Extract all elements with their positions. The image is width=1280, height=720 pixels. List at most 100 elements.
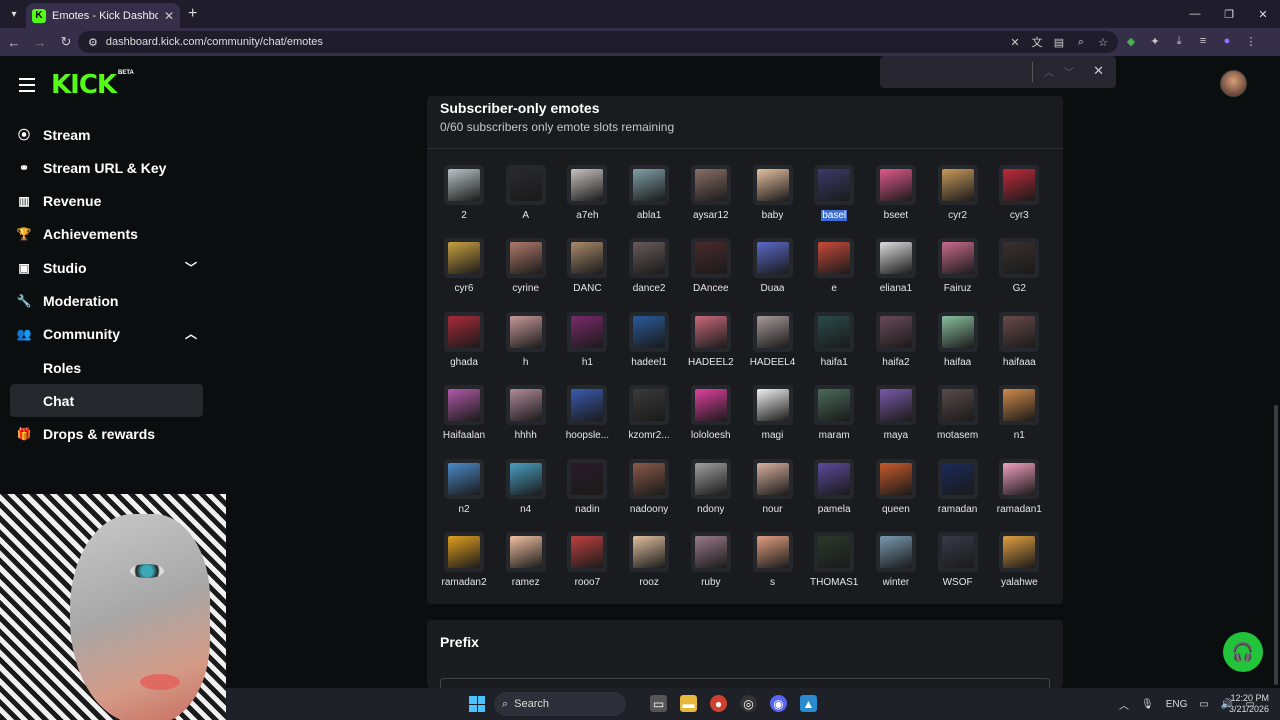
windows-start-icon[interactable]: [469, 696, 485, 712]
url-input[interactable]: ⚙ dashboard.kick.com/community/chat/emot…: [78, 31, 1118, 53]
webcam-eye: [130, 564, 164, 578]
taskbar-search[interactable]: ⌕ Search: [494, 692, 626, 716]
emote-item[interactable]: n1: [979, 382, 1059, 452]
file-explorer-icon[interactable]: ▬: [680, 695, 697, 712]
emote-name: motasem: [937, 430, 979, 442]
hamburger-menu-icon[interactable]: [19, 78, 35, 96]
emote-image: [937, 311, 978, 352]
find-nav: ︿ ﹀: [1044, 64, 1074, 79]
minimize-icon[interactable]: —: [1178, 0, 1212, 28]
translate-icon[interactable]: 文: [1030, 35, 1044, 49]
emote-image: [567, 385, 608, 426]
download-icon[interactable]: ⤓: [1172, 34, 1186, 48]
beta-badge: BETA: [118, 70, 134, 76]
emote-name: 2: [461, 210, 467, 221]
sidebar-item-moderation[interactable]: 🔧 Moderation: [10, 284, 203, 317]
microphone-icon[interactable]: 🎙: [1141, 699, 1154, 710]
emote-image: [937, 385, 978, 426]
taskbar-clock[interactable]: 12:20 PM 3/21/2026: [1229, 693, 1269, 715]
media-icon[interactable]: ≡: [1196, 34, 1210, 48]
emote-name: cyr3: [1009, 210, 1029, 221]
emote-item[interactable]: ramadan1: [979, 456, 1059, 526]
forward-icon[interactable]: →: [28, 30, 52, 54]
menu-icon[interactable]: ⋮: [1244, 34, 1258, 48]
emote-image: [505, 311, 546, 352]
find-prev-icon[interactable]: ︿: [1044, 64, 1054, 79]
emote-image: [567, 532, 608, 572]
sidebar-item-drops-rewards[interactable]: 🎁 Drops & rewards: [10, 417, 203, 450]
sidebar-item-stream-url-key[interactable]: ⚭ Stream URL & Key: [10, 151, 203, 184]
sidebar-item-roles[interactable]: Roles: [10, 351, 203, 384]
sidebar-item-chat[interactable]: Chat: [10, 384, 203, 417]
panel-title: Subscriber-only emotes: [440, 100, 600, 116]
emote-image: [629, 311, 670, 352]
emote-image: [814, 165, 855, 205]
emote-name: eliana1: [879, 283, 913, 295]
emote-name: WSOF: [942, 577, 973, 588]
emote-item[interactable]: cyr3: [979, 162, 1059, 232]
bookmark-star-icon[interactable]: ☆: [1096, 35, 1110, 49]
search-icon: ⌕: [502, 697, 509, 710]
app-icon[interactable]: ▲: [800, 695, 817, 712]
emote-name: pamela: [817, 503, 851, 515]
sidebar-item-revenue[interactable]: ▥ Revenue: [10, 184, 203, 217]
sidebar-item-stream[interactable]: ⦿ Stream: [10, 118, 203, 151]
emote-name: hhhh: [514, 430, 537, 442]
network-icon[interactable]: ▭: [1199, 699, 1208, 710]
tab-search-icon[interactable]: ▾: [0, 0, 28, 28]
emote-image: [567, 458, 608, 499]
emote-image: [937, 458, 978, 499]
chrome-icon[interactable]: ●: [710, 695, 727, 712]
task-view-icon[interactable]: ▭: [650, 695, 667, 712]
browser-tab[interactable]: K Emotes - Kick Dashboard ✕: [26, 3, 180, 28]
zoom-icon[interactable]: ⌕: [1074, 35, 1088, 49]
kick-logo[interactable]: KICK: [51, 70, 117, 100]
emote-name: abla1: [636, 210, 662, 221]
emote-name: cyr6: [454, 283, 474, 295]
emote-name: aysar12: [693, 210, 729, 221]
shield-extension-icon[interactable]: ◆: [1124, 34, 1138, 48]
reader-icon[interactable]: ▤: [1052, 35, 1066, 49]
webcam-overlay: [0, 494, 226, 720]
new-tab-icon[interactable]: +: [188, 5, 197, 23]
reload-icon[interactable]: ↻: [54, 30, 78, 54]
emote-name: winter: [882, 577, 910, 588]
profile-icon[interactable]: ●: [1220, 34, 1234, 48]
emote-item[interactable]: haifaaa: [979, 309, 1059, 379]
sidebar-item-label: Stream URL & Key: [43, 159, 167, 176]
help-chat-button[interactable]: 🎧: [1223, 632, 1263, 672]
find-divider: [1032, 62, 1033, 82]
discord-icon[interactable]: ◉: [770, 695, 787, 712]
page-scrollbar[interactable]: [1274, 405, 1278, 685]
tray-expand-icon[interactable]: ︿: [1119, 697, 1129, 712]
language-indicator[interactable]: ENG: [1166, 699, 1188, 710]
sidebar-item-studio[interactable]: ▣ Studio ﹀: [10, 251, 203, 284]
emote-name: Duaa: [760, 283, 785, 295]
user-avatar[interactable]: [1220, 70, 1247, 97]
mute-icon[interactable]: ✕: [1008, 35, 1022, 49]
emote-item[interactable]: G2: [979, 235, 1059, 305]
tab-close-icon[interactable]: ✕: [164, 9, 174, 23]
emote-image: [814, 458, 855, 499]
emote-image: [505, 165, 546, 205]
sidebar-item-achievements[interactable]: 🏆 Achievements: [10, 217, 203, 250]
extensions-icon[interactable]: ✦: [1148, 34, 1162, 48]
close-window-icon[interactable]: ✕: [1246, 0, 1280, 28]
obs-icon[interactable]: ◎: [740, 695, 757, 712]
sidebar-item-community[interactable]: 👥 Community ︿: [10, 317, 203, 350]
emote-name: hoopsle...: [565, 430, 610, 442]
address-bar: ← → ↻ ⚙ dashboard.kick.com/community/cha…: [0, 28, 1280, 56]
site-info-icon[interactable]: ⚙: [88, 36, 98, 49]
emote-name: cyr2: [948, 210, 968, 221]
emote-item[interactable]: yalahwe: [979, 529, 1059, 599]
back-icon[interactable]: ←: [2, 30, 26, 54]
emote-name: Fairuz: [943, 283, 972, 295]
find-next-icon[interactable]: ﹀: [1064, 64, 1074, 79]
emote-name: ghada: [450, 356, 478, 368]
restore-icon[interactable]: ❐: [1212, 0, 1246, 28]
emote-name: h: [522, 356, 529, 368]
find-close-icon[interactable]: ✕: [1093, 63, 1104, 79]
emote-image: [937, 238, 978, 279]
emote-image: [629, 385, 670, 426]
prefix-panel: Prefix: [427, 620, 1063, 690]
